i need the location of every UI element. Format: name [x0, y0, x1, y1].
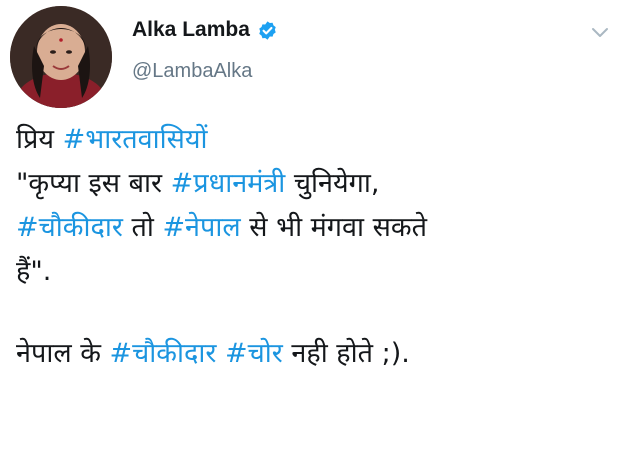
verified-badge-icon — [257, 20, 278, 41]
avatar[interactable] — [10, 6, 112, 108]
hashtag-link[interactable]: #चौकीदार — [16, 212, 123, 243]
tweet-text-segment: चुनियेगा, — [285, 168, 380, 199]
hashtag-link[interactable]: #चोर — [225, 338, 283, 369]
chevron-down-icon[interactable] — [590, 26, 610, 40]
tweet-text-segment: प्रिय — [16, 124, 63, 155]
tweet-line: प्रिय #भारतवासियों — [16, 118, 616, 162]
tweet-line: "कृप्या इस बार #प्रधानमंत्री चुनियेगा, — [16, 162, 616, 206]
hashtag-link[interactable]: #नेपाल — [162, 212, 240, 243]
user-name-row: Alka Lamba — [132, 18, 278, 42]
hashtag-link[interactable]: #चौकीदार — [110, 338, 217, 369]
tweet-text-segment: हैं". — [16, 256, 52, 287]
display-name[interactable]: Alka Lamba — [132, 18, 250, 42]
tweet-card: Alka Lamba @LambaAlka प्रिय #भारतवासियों… — [0, 0, 624, 450]
tweet-text-segment: नेपाल के — [16, 338, 110, 369]
tweet-text: प्रिय #भारतवासियों "कृप्या इस बार #प्रधा… — [16, 118, 616, 376]
hashtag-link[interactable]: #भारतवासियों — [63, 124, 208, 155]
tweet-text-segment: से भी मंगवा सकते — [240, 212, 427, 243]
avatar-photo — [10, 6, 112, 108]
hashtag-link[interactable]: #प्रधानमंत्री — [171, 168, 286, 199]
tweet-text-segment: नही होते ;). — [282, 338, 410, 369]
tweet-line: #चौकीदार तो #नेपाल से भी मंगवा सकते — [16, 206, 616, 250]
user-handle[interactable]: @LambaAlka — [132, 60, 252, 83]
tweet-line: नेपाल के #चौकीदार #चोर नही होते ;). — [16, 332, 616, 376]
tweet-text-segment: "कृप्या इस बार — [16, 168, 171, 199]
tweet-text-segment: तो — [122, 212, 163, 243]
tweet-line: हैं". — [16, 250, 616, 294]
